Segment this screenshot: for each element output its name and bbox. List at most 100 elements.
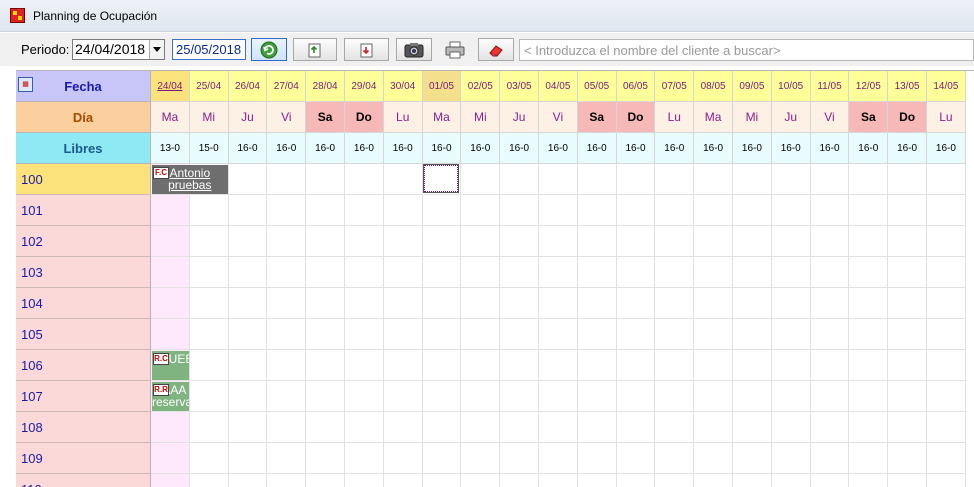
grid-cell[interactable] <box>151 474 190 487</box>
grid-cell[interactable] <box>267 319 307 350</box>
grid-cell[interactable] <box>189 319 229 350</box>
grid-cell[interactable] <box>771 412 811 443</box>
end-date-field[interactable]: 25/05/2018 <box>172 39 246 60</box>
grid-cell[interactable] <box>616 257 656 288</box>
grid-cell[interactable] <box>228 257 268 288</box>
grid-cell[interactable] <box>461 443 501 474</box>
grid-cell[interactable] <box>888 257 927 288</box>
grid-cell[interactable] <box>422 443 462 474</box>
grid-cell[interactable] <box>500 288 539 319</box>
grid-cell[interactable] <box>383 474 423 487</box>
date-header-cell[interactable]: 09/05 <box>733 71 772 102</box>
grid-cell[interactable] <box>771 350 811 381</box>
grid-cell[interactable] <box>461 164 501 195</box>
grid-cell[interactable] <box>345 257 384 288</box>
grid-cell[interactable] <box>500 474 539 487</box>
grid-cell[interactable] <box>810 226 850 257</box>
grid-cell[interactable] <box>151 288 190 319</box>
grid-cell[interactable] <box>927 164 966 195</box>
grid-cell[interactable] <box>383 195 423 226</box>
grid-cell[interactable] <box>849 288 889 319</box>
grid-cell[interactable] <box>500 226 539 257</box>
grid-cell[interactable] <box>810 443 850 474</box>
grid-cell[interactable] <box>810 412 850 443</box>
grid-cell[interactable] <box>810 350 850 381</box>
grid-cell[interactable] <box>733 381 772 412</box>
grid-cell[interactable] <box>694 381 733 412</box>
room-row-label[interactable]: 107 <box>16 381 151 412</box>
grid-cell[interactable] <box>927 319 966 350</box>
grid-cell[interactable] <box>694 195 733 226</box>
date-header-cell[interactable]: 27/04 <box>267 71 307 102</box>
grid-cell[interactable] <box>733 443 772 474</box>
grid-cell[interactable] <box>461 319 501 350</box>
grid-cell[interactable] <box>151 195 190 226</box>
grid-cell[interactable] <box>267 474 307 487</box>
grid-cell[interactable] <box>422 412 462 443</box>
grid-cell[interactable] <box>616 474 656 487</box>
grid-cell[interactable] <box>616 443 656 474</box>
grid-cell[interactable] <box>655 443 695 474</box>
grid-cell[interactable] <box>306 474 345 487</box>
grid-cell[interactable] <box>927 288 966 319</box>
grid-cell[interactable] <box>616 412 656 443</box>
room-row-label[interactable]: 109 <box>16 443 151 474</box>
grid-cell[interactable] <box>383 412 423 443</box>
grid-cell[interactable] <box>228 164 268 195</box>
grid-cell[interactable] <box>927 195 966 226</box>
grid-cell[interactable] <box>577 226 617 257</box>
grid-cell[interactable] <box>927 350 966 381</box>
grid-cell[interactable] <box>539 443 578 474</box>
date-header-cell[interactable]: 04/05 <box>539 71 578 102</box>
grid-cell[interactable] <box>616 164 656 195</box>
grid-cell[interactable] <box>539 195 578 226</box>
grid-cell[interactable] <box>888 350 927 381</box>
grid-cell[interactable] <box>461 412 501 443</box>
grid-cell[interactable] <box>849 195 889 226</box>
grid-cell[interactable] <box>655 350 695 381</box>
grid-cell[interactable] <box>422 350 462 381</box>
date-header-cell[interactable]: 24/04 <box>151 71 190 102</box>
export-button[interactable] <box>293 38 337 61</box>
grid-cell[interactable] <box>694 257 733 288</box>
grid-cell[interactable] <box>228 319 268 350</box>
grid-cell[interactable] <box>422 319 462 350</box>
grid-cell[interactable] <box>733 195 772 226</box>
grid-cell[interactable] <box>461 350 501 381</box>
grid-cell[interactable] <box>927 257 966 288</box>
grid-cell[interactable] <box>733 350 772 381</box>
grid-cell[interactable] <box>655 288 695 319</box>
grid-cell[interactable] <box>228 195 268 226</box>
grid-cell[interactable] <box>189 257 229 288</box>
grid-cell[interactable] <box>733 164 772 195</box>
grid-cell[interactable] <box>694 443 733 474</box>
grid-cell[interactable] <box>422 164 462 195</box>
grid-cell[interactable] <box>500 257 539 288</box>
grid-cell[interactable] <box>694 288 733 319</box>
grid-cell[interactable] <box>189 288 229 319</box>
date-header-cell[interactable]: 10/05 <box>771 71 811 102</box>
grid-cell[interactable] <box>500 164 539 195</box>
grid-cell[interactable] <box>888 412 927 443</box>
grid-cell[interactable] <box>539 257 578 288</box>
grid-cell[interactable] <box>694 226 733 257</box>
grid-cell[interactable] <box>151 412 190 443</box>
grid-cell[interactable] <box>306 195 345 226</box>
grid-cell[interactable] <box>267 443 307 474</box>
room-row-label[interactable]: 104 <box>16 288 151 319</box>
date-header-cell[interactable]: 12/05 <box>849 71 889 102</box>
grid-cell[interactable] <box>500 350 539 381</box>
grid-cell[interactable] <box>655 474 695 487</box>
date-header-cell[interactable]: 06/05 <box>616 71 656 102</box>
grid-cell[interactable] <box>539 381 578 412</box>
grid-cell[interactable] <box>577 257 617 288</box>
grid-cell[interactable] <box>500 412 539 443</box>
grid-cell[interactable] <box>888 195 927 226</box>
grid-cell[interactable] <box>577 412 617 443</box>
grid-cell[interactable] <box>810 257 850 288</box>
room-row-label[interactable]: 105 <box>16 319 151 350</box>
grid-cell[interactable] <box>383 226 423 257</box>
grid-cell[interactable] <box>306 164 345 195</box>
grid-cell[interactable] <box>500 381 539 412</box>
grid-cell[interactable] <box>345 319 384 350</box>
